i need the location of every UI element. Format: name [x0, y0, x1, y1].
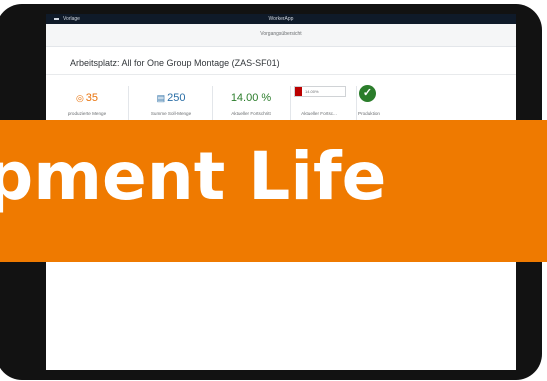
bar-chart-icon: ▤ [156, 92, 166, 103]
kpi-target-value: 250 [167, 92, 186, 104]
status-bar: Vorlage WorkerApp [46, 14, 516, 24]
kpi-target-value-row: ▤ 250 [132, 92, 210, 104]
kpi-separator [128, 86, 129, 120]
kpi-progress-value: 14.00 % [230, 92, 272, 104]
page-title: Arbeitsplatz: All for One Group Montage … [70, 58, 280, 68]
kpi-production-label: Produktion [358, 111, 380, 116]
kpi-progress-value-row: 14.00 % [212, 92, 290, 104]
kpi-produced-value-row: ◎ 35 [48, 92, 126, 104]
subheader-title: Vorgangsübersicht [260, 31, 302, 37]
target-icon: ◎ [75, 92, 84, 103]
sub-header: Vorgangsübersicht [46, 24, 516, 47]
kpi-produced-value: 35 [85, 92, 99, 104]
banner-text: pment Life [0, 138, 387, 215]
title-divider [46, 74, 516, 75]
title-banner: pment Life [0, 120, 547, 262]
kpi-progress-label: Aktueller Fortschritt [231, 111, 271, 116]
app-title: WorkerApp [268, 16, 294, 22]
kpi-target-label: Summe Soll-Menge [150, 111, 192, 116]
kpi-produced-label: produzierte Menge [67, 111, 107, 116]
